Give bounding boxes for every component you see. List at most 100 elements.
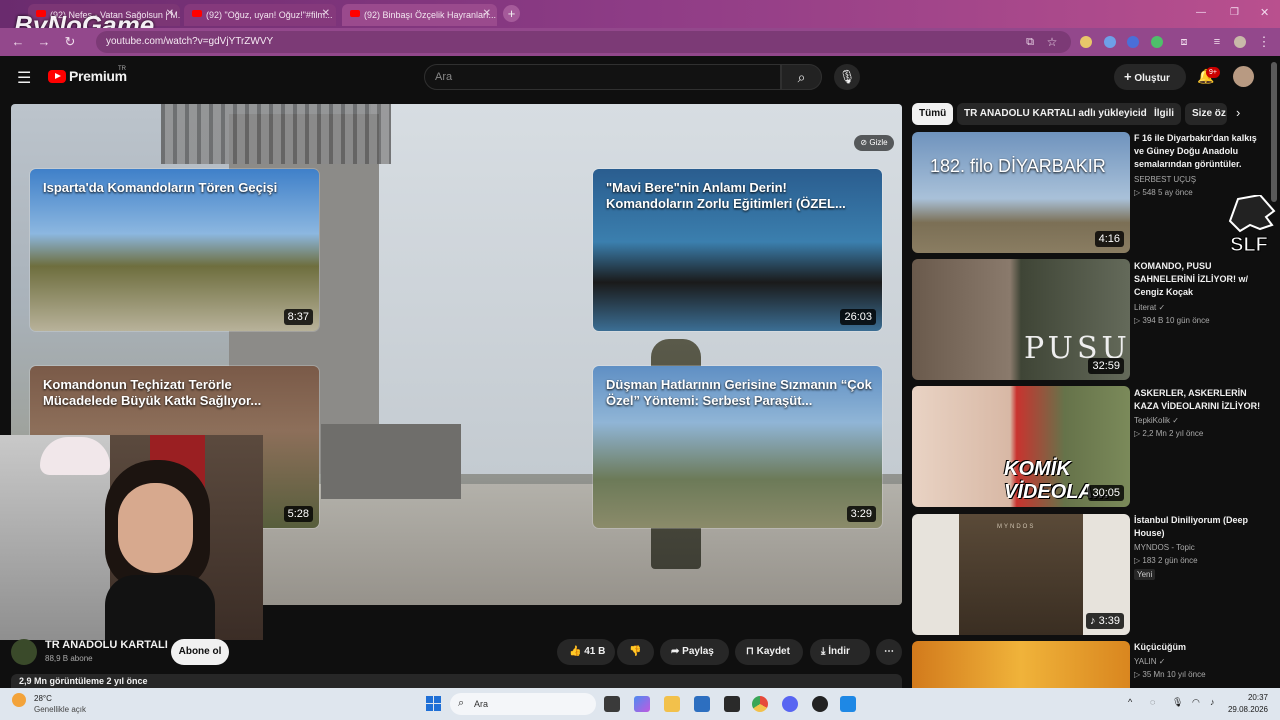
volume-icon[interactable]: ♪	[1210, 697, 1215, 707]
hide-endscreen-button[interactable]: ⊘ Gizle	[854, 135, 894, 151]
filter-chip-for-you[interactable]: Size öz	[1185, 103, 1227, 125]
endscreen-video-card[interactable]: Isparta'da Komandoların Tören Geçişi 8:3…	[30, 169, 319, 331]
sidebar-video-title[interactable]: ASKERLER, ASKERLERİN KAZA VİDEOLARINI İZ…	[1134, 387, 1264, 413]
bookmark-icon: ⊓	[746, 646, 754, 657]
back-icon[interactable]: ←	[10, 34, 26, 50]
reading-list-icon[interactable]: ≡	[1209, 34, 1225, 50]
chevron-right-icon[interactable]: ›	[1236, 105, 1240, 120]
extension-icon[interactable]	[1080, 36, 1092, 48]
pergola-roof	[161, 104, 391, 164]
profile-avatar[interactable]	[1234, 36, 1246, 48]
windows-start-icon[interactable]	[426, 696, 441, 711]
sidebar-video-channel[interactable]: SERBEST UÇUŞ	[1134, 174, 1196, 186]
filter-chip-related[interactable]: İlgili	[1147, 103, 1181, 125]
browser-tab-2[interactable]: (92) "Oğuz, uyan! Oğuz!"#film... ✕	[184, 4, 336, 26]
weather-description[interactable]: Genellikle açık	[34, 705, 86, 714]
close-tab-icon[interactable]: ✕	[166, 8, 174, 19]
channel-avatar[interactable]	[11, 639, 37, 665]
sidebar-video-channel[interactable]: YALIN ✓	[1134, 656, 1165, 668]
task-view-icon[interactable]	[604, 696, 620, 712]
discord-icon[interactable]	[782, 696, 798, 712]
browser-tab-3[interactable]: (92) Binbaşı Özçelik Hayranları... ✕	[342, 4, 497, 26]
clock-date[interactable]: 29.08.2026	[1222, 705, 1268, 714]
url-field[interactable]: youtube.com/watch?v=gdVjYTrZWVY	[96, 31, 1071, 53]
sidebar-video-channel[interactable]: TepkiKolik ✓	[1134, 415, 1179, 427]
sidebar-video-title[interactable]: Küçücüğüm	[1134, 641, 1264, 654]
taskbar-search-input[interactable]: Ara	[450, 693, 596, 715]
voice-search-mic-icon[interactable]: 🎙	[834, 64, 860, 90]
extension-icon[interactable]	[1127, 36, 1139, 48]
save-button[interactable]: ⊓ Kaydet	[735, 639, 803, 665]
sidebar-video-title[interactable]: KOMANDO, PUSU SAHNELERİNİ İZLİYOR! w/ Ce…	[1134, 260, 1264, 299]
close-tab-icon[interactable]: ✕	[322, 8, 330, 19]
sidebar-video-thumbnail[interactable]: KOMİK VİDEOLA... 30:05	[912, 386, 1130, 507]
subscribe-button[interactable]: Abone ol	[171, 639, 229, 665]
sidebar-video-thumbnail[interactable]: PUSU 32:59	[912, 259, 1130, 380]
wifi-icon[interactable]: ◠	[1192, 697, 1200, 708]
minimize-icon[interactable]: —	[1196, 7, 1206, 18]
new-tab-icon[interactable]: +	[503, 5, 520, 22]
video-duration: ♪ 3:39	[1086, 613, 1124, 629]
youtube-logo-icon[interactable]	[48, 70, 66, 83]
streamer-face	[118, 483, 193, 573]
endscreen-video-card[interactable]: "Mavi Bere"nin Anlamı Derin! Komandoları…	[593, 169, 882, 331]
close-tab-icon[interactable]: ✕	[483, 8, 491, 19]
sidebar-video-channel[interactable]: MYNDOS - Topic	[1134, 542, 1195, 554]
filter-chip-uploader[interactable]: TR ANADOLU KARTALI adlı yükleyiciden	[957, 103, 1166, 125]
video-duration: 30:05	[1088, 485, 1124, 501]
browser-menu-icon[interactable]: ⋮	[1256, 34, 1272, 50]
create-label: Oluştur	[1134, 73, 1170, 84]
sidebar-video-channel[interactable]: Literat ✓	[1134, 302, 1165, 314]
svg-text:SLF: SLF	[1230, 234, 1268, 256]
extension-icon[interactable]	[1104, 36, 1116, 48]
close-window-icon[interactable]: ✕	[1260, 6, 1269, 19]
mic-tray-icon[interactable]: 🎙	[1172, 697, 1183, 708]
obs-icon[interactable]	[812, 696, 828, 712]
channel-name[interactable]: TR ANADOLU KARTALI	[45, 639, 168, 651]
app-icon[interactable]	[724, 696, 740, 712]
menu-hamburger-icon[interactable]: ☰	[17, 68, 31, 88]
search-button[interactable]: ⌕	[781, 64, 822, 90]
sidebar-video-title[interactable]: F 16 ile Diyarbakır'dan kalkış ve Güney …	[1134, 132, 1264, 171]
filter-chip-all[interactable]: Tümü	[912, 103, 954, 125]
extension-icon[interactable]	[1151, 36, 1163, 48]
forward-icon[interactable]: →	[36, 34, 52, 50]
description-box[interactable]: 2,9 Mn görüntüleme 2 yıl önce	[11, 674, 902, 688]
endscreen-video-title: "Mavi Bere"nin Anlamı Derin! Komandoları…	[606, 180, 846, 211]
sidebar-video-thumbnail[interactable]	[912, 641, 1130, 688]
reload-icon[interactable]: ↻	[62, 34, 78, 50]
share-button[interactable]: ➦ Paylaş	[660, 639, 729, 665]
weather-sun-icon[interactable]	[12, 693, 26, 707]
sidebar-video-title[interactable]: İstanbul Diniliyorum (Deep House)	[1134, 514, 1264, 540]
stone-blocks	[321, 424, 461, 499]
search-input[interactable]: Ara	[424, 64, 781, 90]
maximize-icon[interactable]: ❐	[1230, 7, 1239, 18]
like-button[interactable]: 👍 41 B	[557, 639, 615, 665]
bookmark-star-icon[interactable]: ☆	[1044, 34, 1060, 50]
more-actions-button[interactable]: ⋯	[876, 639, 902, 665]
extensions-puzzle-icon[interactable]: ⧈	[1176, 34, 1192, 50]
file-explorer-icon[interactable]	[664, 696, 680, 712]
app-icon[interactable]	[840, 696, 856, 712]
thumbnail-text: MYNDOS	[997, 524, 1036, 530]
dislike-button[interactable]: 👎	[617, 639, 654, 665]
thumbnail-text: 182. filo DİYARBAKIR	[930, 156, 1106, 176]
account-avatar[interactable]	[1233, 66, 1254, 87]
sidebar-video-thumbnail[interactable]: 182. filo DİYARBAKIR 4:16	[912, 132, 1130, 253]
weather-temperature[interactable]: 28°C	[34, 694, 52, 703]
copilot-icon[interactable]	[634, 696, 650, 712]
new-badge: Yeni	[1134, 569, 1156, 580]
streamer-webcam-overlay	[0, 435, 263, 640]
download-button[interactable]: ⤓ İndir	[810, 639, 870, 665]
video-duration: 26:03	[840, 309, 876, 325]
sidebar-video-thumbnail[interactable]: MYNDOS ♪ 3:39	[912, 514, 1130, 635]
network-icon[interactable]: ◌	[1150, 697, 1155, 707]
store-icon[interactable]	[694, 696, 710, 712]
create-button[interactable]: + Oluştur	[1114, 64, 1186, 90]
cast-icon[interactable]: ⧉	[1022, 34, 1038, 50]
chrome-icon[interactable]	[752, 696, 768, 712]
tray-chevron-up-icon[interactable]: ^	[1128, 697, 1132, 707]
clock-time[interactable]: 20:37	[1228, 693, 1268, 702]
endscreen-video-card[interactable]: Düşman Hatlarının Gerisine Sızmanın “Çok…	[593, 366, 882, 528]
page-scrollbar[interactable]	[1271, 62, 1277, 202]
